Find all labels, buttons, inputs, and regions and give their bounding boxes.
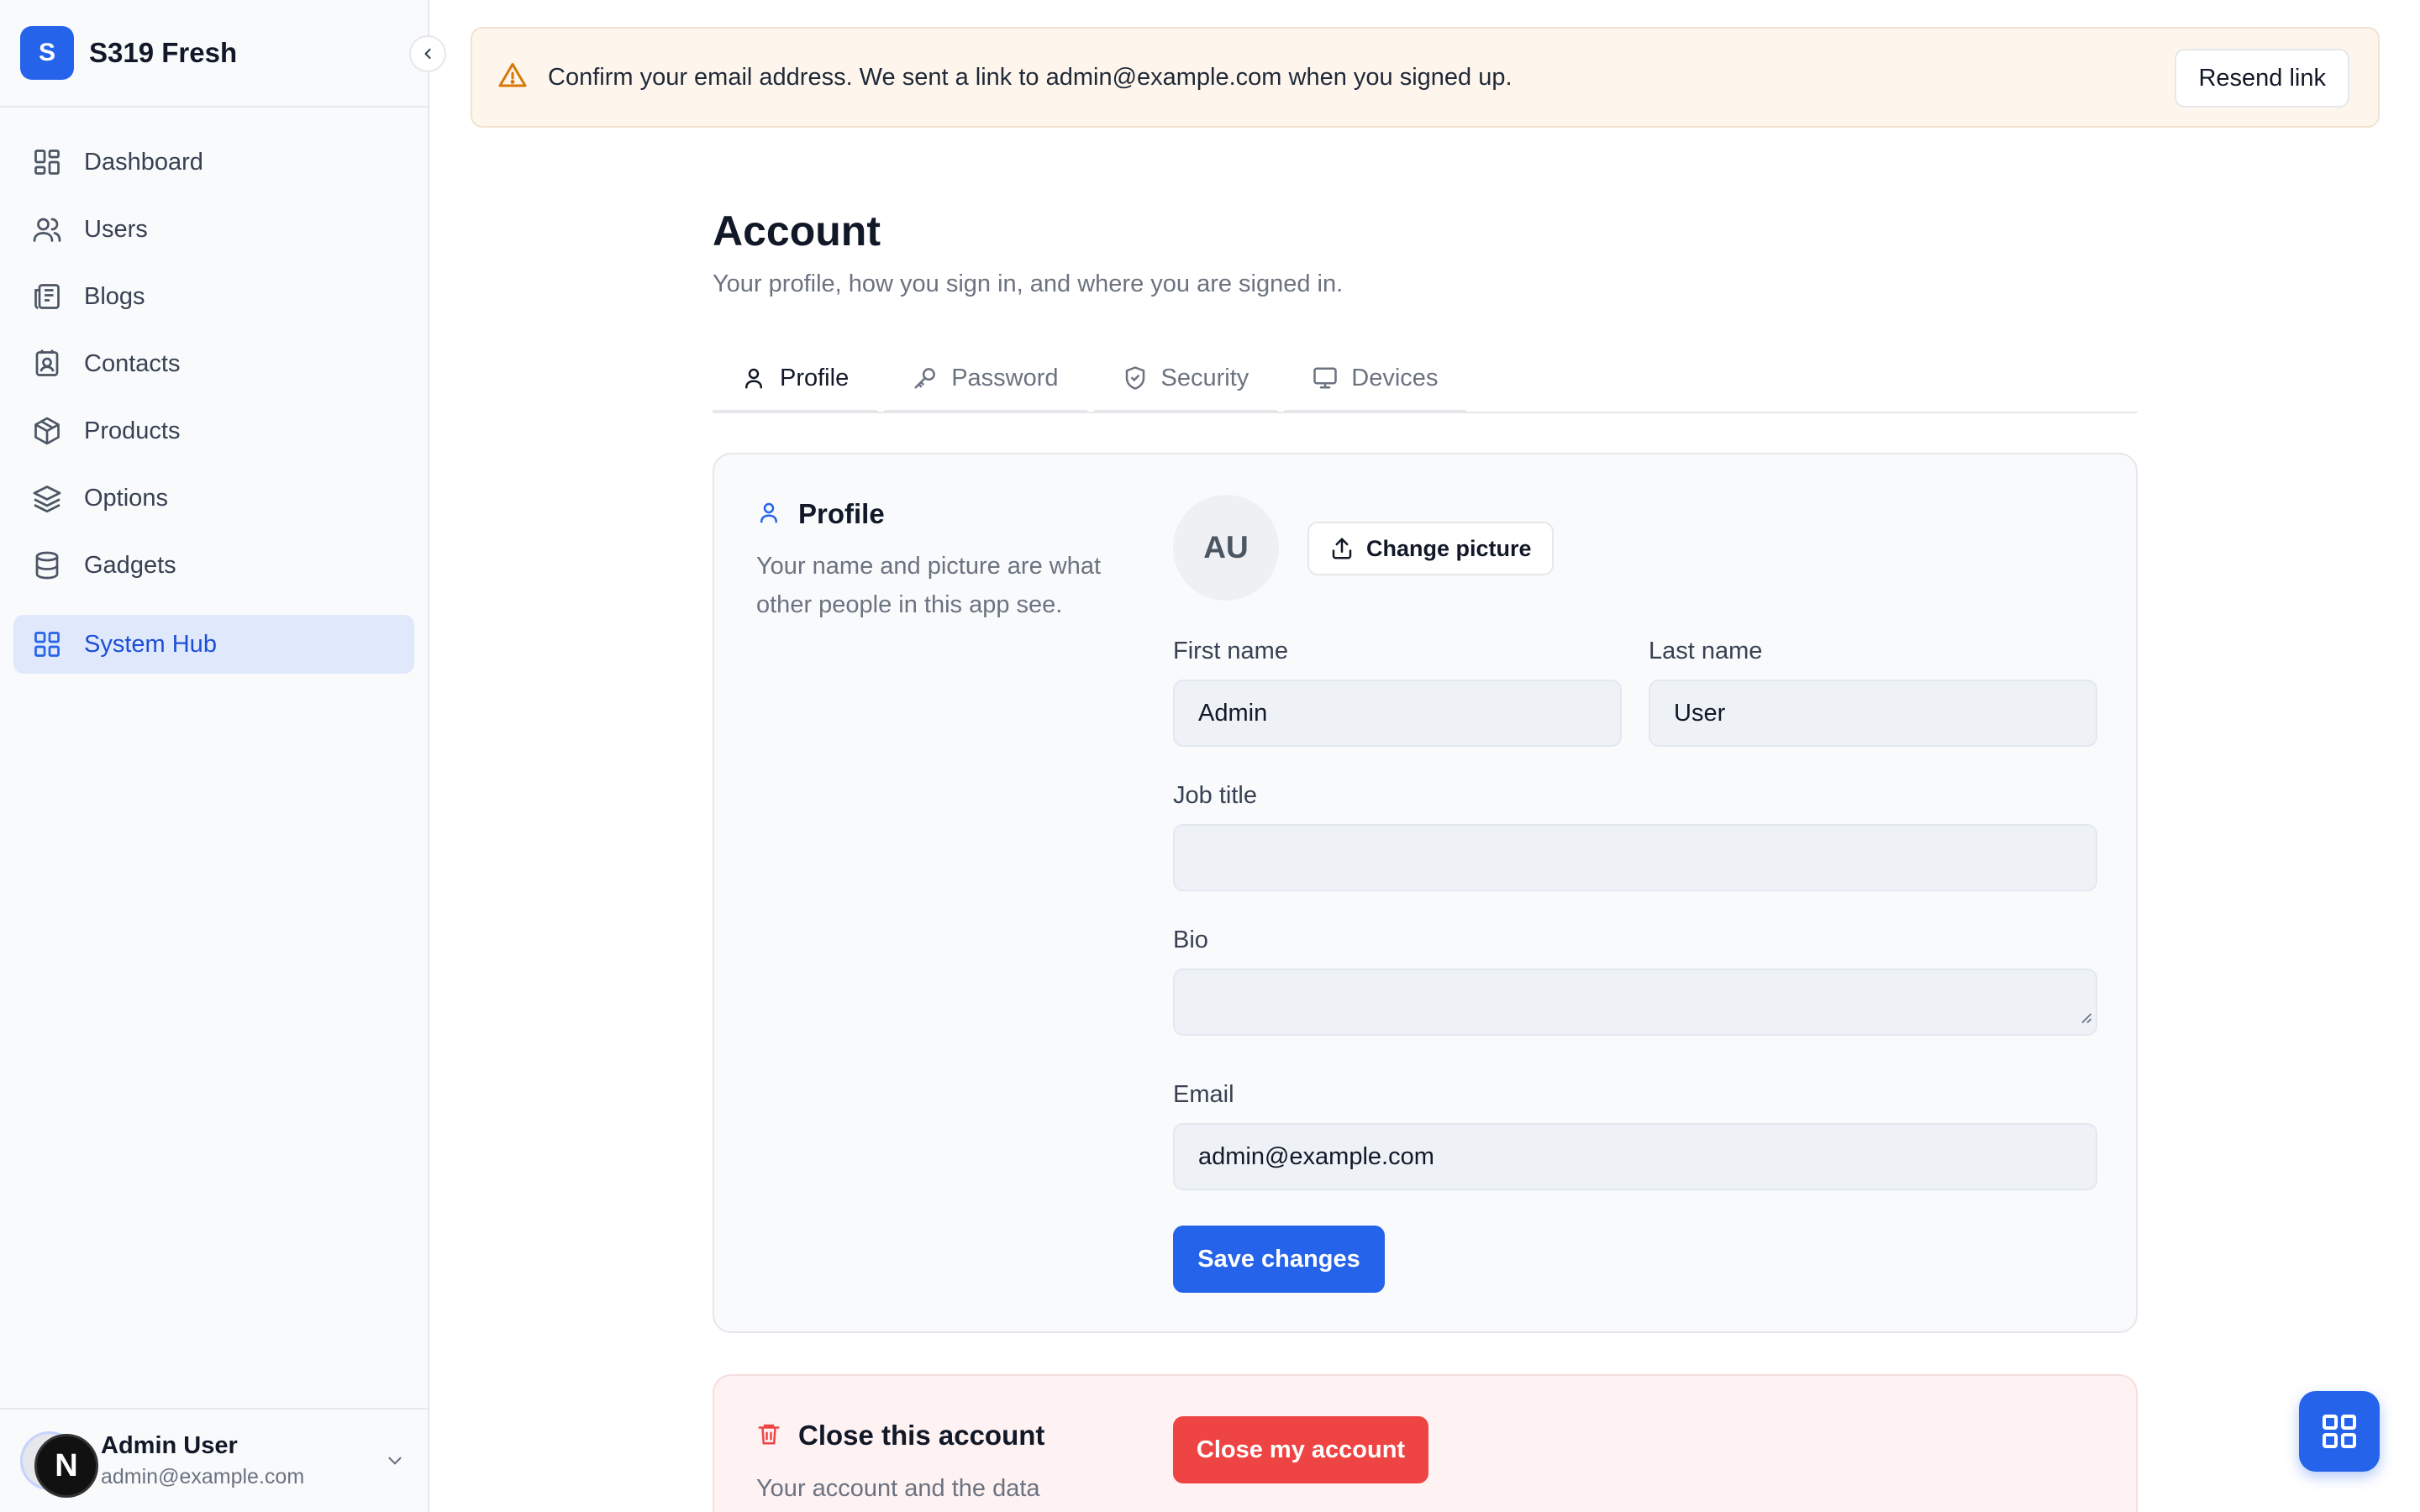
user-icon <box>756 500 781 529</box>
email-confirm-banner: Confirm your email address. We sent a li… <box>471 27 2380 128</box>
collapse-sidebar-button[interactable] <box>409 35 446 72</box>
change-picture-button[interactable]: Change picture <box>1307 522 1554 575</box>
tab-profile[interactable]: Profile <box>713 346 878 413</box>
profile-card-title: Profile <box>798 498 885 529</box>
users-icon <box>30 213 64 246</box>
close-account-card: Close this account Your account and the … <box>713 1374 2138 1512</box>
contact-card-icon <box>30 347 64 381</box>
user-icon <box>741 365 766 391</box>
profile-avatar: AU <box>1173 495 1279 601</box>
sidebar-item-label: Dashboard <box>84 148 203 176</box>
upload-icon <box>1329 536 1355 561</box>
avatar: AU N <box>20 1431 98 1498</box>
email-field[interactable]: admin@example.com <box>1173 1123 2097 1190</box>
first-name-field[interactable]: Admin <box>1173 680 1622 747</box>
trash-icon <box>756 1421 781 1451</box>
bio-label: Bio <box>1173 927 1208 953</box>
package-icon <box>30 414 64 448</box>
last-name-field[interactable]: User <box>1649 680 2097 747</box>
profile-card-header: Profile <box>756 498 885 530</box>
page-title: Account <box>713 207 881 255</box>
app-name[interactable]: S319 Fresh <box>89 37 237 69</box>
close-account-description: Your account and the data <box>756 1475 1040 1502</box>
grid-icon <box>2323 1415 2356 1448</box>
job-title-field[interactable] <box>1173 824 2097 891</box>
sidebar-item-contacts[interactable]: Contacts <box>13 334 414 393</box>
tab-label: Devices <box>1351 364 1439 391</box>
account-tabs: Profile Password Security Devices <box>713 346 2138 413</box>
banner-message: Confirm your email address. We sent a li… <box>548 63 1512 91</box>
sidebar-item-label: Products <box>84 417 181 444</box>
sidebar-item-label: Users <box>84 215 148 243</box>
sidebar-item-label: Contacts <box>84 349 181 377</box>
key-icon <box>913 365 938 391</box>
user-name: Admin User <box>101 1432 238 1459</box>
nav-separator <box>0 603 428 615</box>
apps-fab-button[interactable] <box>2299 1391 2380 1472</box>
brand-logo[interactable]: S <box>20 26 74 80</box>
grid-icon <box>30 627 64 661</box>
sidebar-item-label: System Hub <box>84 630 217 658</box>
sidebar-nav: Dashboard Users Blogs Contacts Products <box>0 108 428 674</box>
last-name-label: Last name <box>1649 638 1763 664</box>
change-picture-label: Change picture <box>1366 535 1532 561</box>
tab-password[interactable]: Password <box>884 346 1087 413</box>
tab-label: Password <box>951 364 1059 391</box>
sidebar-item-label: Gadgets <box>84 551 176 579</box>
tab-devices[interactable]: Devices <box>1284 346 1467 413</box>
first-name-label: First name <box>1173 638 1288 664</box>
sidebar-item-system-hub[interactable]: System Hub <box>13 615 414 674</box>
user-info: Admin User admin@example.com <box>101 1432 304 1489</box>
sidebar-item-options[interactable]: Options <box>13 469 414 528</box>
sidebar-item-label: Blogs <box>84 282 145 310</box>
bio-textarea[interactable] <box>1173 969 2097 1036</box>
chevron-down-icon[interactable] <box>384 1450 406 1476</box>
email-label: Email <box>1173 1081 1234 1108</box>
sidebar: S S319 Fresh Dashboard Users Blogs Conta… <box>0 0 446 1512</box>
tab-security[interactable]: Security <box>1093 346 1278 413</box>
newspaper-icon <box>30 280 64 313</box>
shield-icon <box>1123 365 1148 391</box>
layers-icon <box>30 481 64 515</box>
resize-grip-icon[interactable] <box>2077 1003 2092 1031</box>
sidebar-item-label: Options <box>84 484 168 512</box>
close-account-title: Close this account <box>798 1420 1045 1451</box>
profile-card-description: Your name and picture are what other peo… <box>756 553 1102 618</box>
sidebar-item-gadgets[interactable]: Gadgets <box>13 536 414 595</box>
sidebar-item-users[interactable]: Users <box>13 200 414 259</box>
sidebar-brand: S S319 Fresh <box>0 0 446 108</box>
tab-label: Profile <box>780 364 850 391</box>
warning-icon <box>497 60 528 95</box>
user-menu[interactable]: AU N Admin User admin@example.com <box>0 1408 428 1512</box>
sidebar-item-blogs[interactable]: Blogs <box>13 267 414 326</box>
page-subtitle: Your profile, how you sign in, and where… <box>713 270 1344 297</box>
profile-card: Profile Your name and picture are what o… <box>713 453 2138 1333</box>
sidebar-item-products[interactable]: Products <box>13 402 414 460</box>
chevron-left-icon <box>424 48 431 60</box>
dev-tools-badge[interactable]: N <box>34 1434 98 1498</box>
close-account-header: Close this account <box>756 1420 1044 1452</box>
save-changes-button[interactable]: Save changes <box>1173 1226 1385 1293</box>
monitor-icon <box>1313 365 1338 391</box>
sidebar-item-dashboard[interactable]: Dashboard <box>13 133 414 192</box>
resend-link-button[interactable]: Resend link <box>2175 49 2349 108</box>
dashboard-icon <box>30 145 64 179</box>
job-title-label: Job title <box>1173 782 1257 809</box>
user-email: admin@example.com <box>101 1465 305 1488</box>
database-icon <box>30 549 64 582</box>
close-account-button[interactable]: Close my account <box>1173 1416 1428 1483</box>
tab-label: Security <box>1160 364 1249 391</box>
